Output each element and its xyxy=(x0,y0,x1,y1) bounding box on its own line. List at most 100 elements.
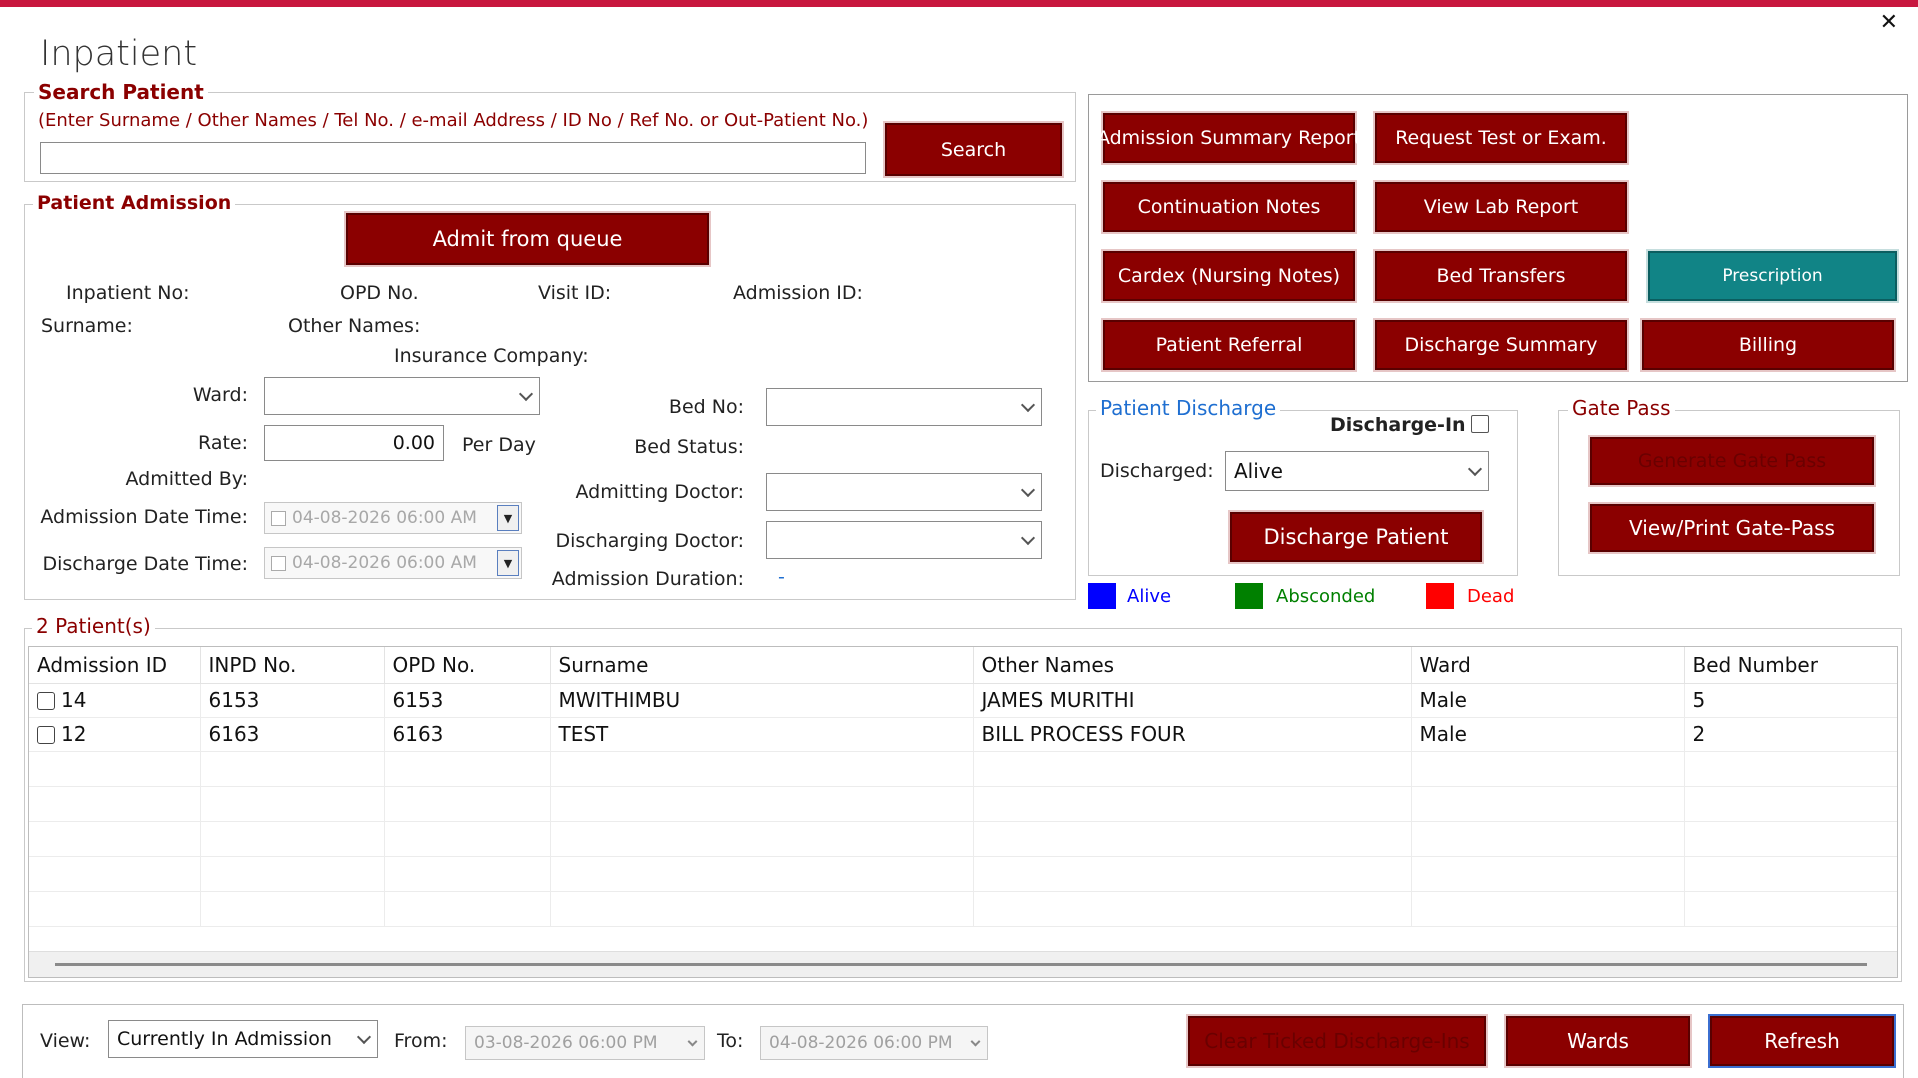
bed-no-label: Bed No: xyxy=(668,396,744,418)
bed-number-cell[interactable]: 5 xyxy=(1684,683,1897,718)
wards-button[interactable]: Wards xyxy=(1506,1016,1690,1066)
calendar-dropdown-icon[interactable]: ▼ xyxy=(497,505,519,531)
rate-label: Rate: xyxy=(198,432,248,454)
other-names-label: Other Names: xyxy=(288,315,421,337)
admission-id-cell[interactable]: 14 xyxy=(29,683,201,718)
bed-transfers-button[interactable]: Bed Transfers xyxy=(1375,251,1627,301)
admission-id-value: 12 xyxy=(61,722,87,746)
billing-button[interactable]: Billing xyxy=(1642,320,1894,370)
admission-date-checkbox[interactable] xyxy=(271,510,286,526)
discharge-in-checkbox[interactable] xyxy=(1471,415,1489,433)
table-row[interactable]: 14 6153 6153 MWITHIMBU JAMES MURITHI Mal… xyxy=(29,683,1897,718)
ward-select[interactable] xyxy=(264,377,540,415)
surname-cell[interactable]: TEST xyxy=(550,717,974,752)
visit-id-label: Visit ID: xyxy=(538,282,612,304)
admitting-doctor-label: Admitting Doctor: xyxy=(575,481,745,503)
view-print-gate-pass-button[interactable]: View/Print Gate-Pass xyxy=(1590,504,1874,552)
bed-no-select[interactable] xyxy=(766,388,1042,426)
insurance-company-label: Insurance Company: xyxy=(394,345,589,367)
chevron-down-icon xyxy=(1467,461,1483,477)
column-header-bed-number[interactable]: Bed Number xyxy=(1684,647,1897,684)
inpd-no-cell[interactable]: 6163 xyxy=(200,717,385,752)
column-header-surname[interactable]: Surname xyxy=(550,647,974,684)
empty-row xyxy=(29,891,1897,927)
prescription-button[interactable]: Prescription xyxy=(1648,251,1897,301)
column-header-inpd-no[interactable]: INPD No. xyxy=(200,647,385,684)
chevron-down-icon xyxy=(1020,530,1036,546)
search-button[interactable]: Search xyxy=(885,123,1062,176)
column-header-admission-id[interactable]: Admission ID xyxy=(29,647,201,684)
ward-cell[interactable]: Male xyxy=(1411,683,1685,718)
discharged-value: Alive xyxy=(1234,459,1283,483)
admission-date-time-picker[interactable]: 04-08-2026 06:00 AM ▼ xyxy=(264,502,522,534)
empty-row xyxy=(29,821,1897,857)
to-label: To: xyxy=(717,1030,744,1052)
bed-number-cell[interactable]: 2 xyxy=(1684,717,1897,752)
continuation-notes-button[interactable]: Continuation Notes xyxy=(1103,182,1355,232)
discharged-label: Discharged: xyxy=(1100,460,1214,482)
view-select[interactable]: Currently In Admission xyxy=(108,1020,378,1058)
admission-date-time-label: Admission Date Time: xyxy=(40,506,248,528)
horizontal-scrollbar[interactable] xyxy=(29,951,1897,977)
chevron-down-icon xyxy=(356,1029,372,1045)
column-header-ward[interactable]: Ward xyxy=(1411,647,1685,684)
discharge-date-time-picker[interactable]: 04-08-2026 06:00 AM ▼ xyxy=(264,547,522,579)
clear-ticked-discharge-ins-button[interactable]: Clear Ticked Discharge-Ins xyxy=(1188,1016,1486,1066)
inpd-no-cell[interactable]: 6153 xyxy=(200,683,385,718)
scrollbar-thumb[interactable] xyxy=(55,963,1867,966)
admit-from-queue-button[interactable]: Admit from queue xyxy=(346,213,709,265)
discharge-summary-button[interactable]: Discharge Summary xyxy=(1375,320,1627,370)
patients-count-legend: 2 Patient(s) xyxy=(32,614,155,638)
other-names-cell[interactable]: BILL PROCESS FOUR xyxy=(973,717,1412,752)
ward-cell[interactable]: Male xyxy=(1411,717,1685,752)
close-icon[interactable]: ✕ xyxy=(1880,10,1898,35)
admission-summary-report-button[interactable]: Admission Summary Report xyxy=(1097,113,1361,163)
chevron-down-icon xyxy=(1020,397,1036,413)
absconded-color-swatch xyxy=(1235,583,1263,609)
refresh-button[interactable]: Refresh xyxy=(1710,1016,1894,1066)
patient-referral-button[interactable]: Patient Referral xyxy=(1103,320,1355,370)
request-test-button[interactable]: Request Test or Exam. xyxy=(1375,113,1627,163)
admitted-by-label: Admitted By: xyxy=(125,468,249,490)
row-checkbox[interactable] xyxy=(37,692,55,710)
discharge-date-checkbox[interactable] xyxy=(271,555,286,571)
row-checkbox[interactable] xyxy=(37,726,55,744)
gatepass-legend: Gate Pass xyxy=(1568,396,1675,420)
calendar-dropdown-icon[interactable]: ▼ xyxy=(497,550,519,576)
column-header-other-names[interactable]: Other Names xyxy=(973,647,1412,684)
grid-header-row: Admission ID INPD No. OPD No. Surname Ot… xyxy=(29,647,1897,684)
discharged-select[interactable]: Alive xyxy=(1225,451,1489,491)
from-date-value: 03-08-2026 06:00 PM xyxy=(474,1033,658,1053)
admission-legend: Patient Admission xyxy=(33,192,236,214)
column-header-opd-no[interactable]: OPD No. xyxy=(384,647,551,684)
window-top-accent xyxy=(0,0,1918,7)
ward-label: Ward: xyxy=(192,384,248,406)
discharge-legend: Patient Discharge xyxy=(1096,396,1281,420)
surname-cell[interactable]: MWITHIMBU xyxy=(550,683,974,718)
discharging-doctor-select[interactable] xyxy=(766,521,1042,559)
discharge-date-time-label: Discharge Date Time: xyxy=(42,553,248,575)
alive-color-swatch xyxy=(1088,583,1116,609)
generate-gate-pass-button[interactable]: Generate Gate Pass xyxy=(1590,437,1874,485)
opd-no-cell[interactable]: 6153 xyxy=(384,683,551,718)
cardex-button[interactable]: Cardex (Nursing Notes) xyxy=(1103,251,1355,301)
admitting-doctor-select[interactable] xyxy=(766,473,1042,511)
table-row[interactable]: 12 6163 6163 TEST BILL PROCESS FOUR Male… xyxy=(29,717,1897,752)
discharge-patient-button[interactable]: Discharge Patient xyxy=(1230,512,1482,562)
to-date-value: 04-08-2026 06:00 PM xyxy=(769,1033,953,1053)
to-date-picker[interactable]: 04-08-2026 06:00 PM xyxy=(760,1026,988,1060)
dead-color-swatch xyxy=(1426,583,1454,609)
search-input[interactable] xyxy=(40,142,866,174)
admission-id-cell[interactable]: 12 xyxy=(29,717,201,752)
per-day-label: Per Day xyxy=(462,434,536,456)
view-lab-report-button[interactable]: View Lab Report xyxy=(1375,182,1627,232)
from-date-picker[interactable]: 03-08-2026 06:00 PM xyxy=(465,1026,705,1060)
discharging-doctor-label: Discharging Doctor: xyxy=(555,530,744,552)
other-names-cell[interactable]: JAMES MURITHI xyxy=(973,683,1412,718)
alive-legend-label: Alive xyxy=(1127,586,1172,607)
admission-date-value: 04-08-2026 06:00 AM xyxy=(292,508,477,528)
rate-input[interactable]: 0.00 xyxy=(264,425,444,461)
opd-no-cell[interactable]: 6163 xyxy=(384,717,551,752)
opd-no-label: OPD No. xyxy=(340,282,419,304)
chevron-down-icon xyxy=(518,386,534,402)
